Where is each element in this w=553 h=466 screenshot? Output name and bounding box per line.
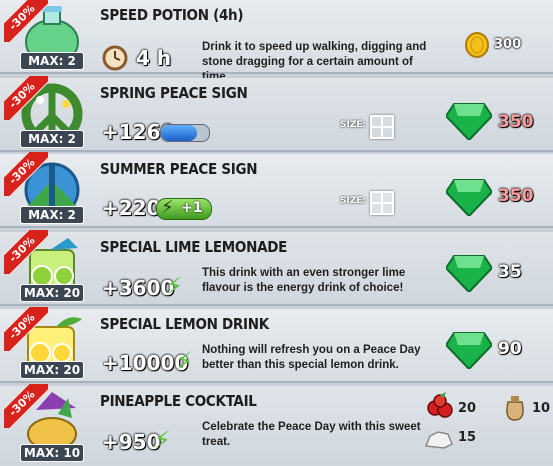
shop-item-special-lemon-drink[interactable]: -30% MAX: 20 SPECIAL LEMON DRINK +10000 … — [0, 307, 553, 383]
max-quantity-label: MAX: 2 — [20, 206, 84, 224]
item-title: SPECIAL LIME LEMONADE — [100, 238, 288, 256]
size-grid-icon — [370, 115, 394, 139]
emerald-icon — [446, 255, 492, 292]
max-quantity-label: MAX: 2 — [20, 130, 84, 148]
item-thumbnail: -30% MAX: 20 — [4, 230, 92, 302]
max-quantity-label: MAX: 2 — [20, 52, 84, 70]
discount-ribbon: -30% — [4, 384, 48, 428]
lightning-icon: ⚡ — [176, 347, 193, 375]
energy-bonus-pill: ⚡ +1 — [156, 197, 212, 220]
max-quantity-label: MAX: 20 — [20, 361, 84, 379]
item-price: 90 — [498, 339, 522, 359]
size-grid-icon — [370, 191, 394, 215]
discount-ribbon: -30% — [4, 76, 48, 120]
item-price: 300 — [494, 37, 522, 52]
item-title: SPRING PEACE SIGN — [100, 84, 248, 102]
discount-ribbon: -30% — [4, 0, 48, 42]
cost-berries: 20 — [458, 401, 477, 416]
shop-item-spring-peace-sign[interactable]: -30% MAX: 2 SPRING PEACE SIGN +1260 SIZE… — [0, 76, 553, 152]
coin-icon — [465, 32, 489, 58]
item-price: 350 — [498, 112, 534, 132]
berries-icon — [427, 392, 453, 418]
shop-item-special-lime-lemonade[interactable]: -30% MAX: 20 SPECIAL LIME LEMONADE +3600… — [0, 230, 553, 306]
item-thumbnail: -30% MAX: 20 — [4, 307, 92, 379]
item-price: 35 — [498, 262, 522, 282]
item-title: SPECIAL LEMON DRINK — [100, 315, 269, 333]
stone-icon — [424, 431, 453, 449]
item-energy: +950 — [102, 430, 161, 454]
emerald-icon — [446, 332, 492, 369]
lightning-icon: ⚡ — [161, 197, 174, 218]
lightning-icon: ⚡ — [166, 272, 183, 300]
bonus-value: +1 — [181, 200, 203, 216]
lightning-icon: ⚡ — [154, 426, 171, 454]
discount-ribbon: -30% — [4, 307, 48, 351]
item-description: Celebrate the Peace Day with this sweet … — [202, 421, 421, 448]
discount-ribbon: -30% — [4, 230, 48, 274]
item-title: SUMMER PEACE SIGN — [100, 160, 258, 178]
max-quantity-label: MAX: 10 — [20, 444, 84, 462]
emerald-icon — [446, 179, 492, 216]
item-title: SPEED POTION (4h) — [100, 6, 244, 24]
item-thumbnail: -30% MAX: 10 — [4, 384, 92, 462]
shop-item-summer-peace-sign[interactable]: -30% MAX: 2 SUMMER PEACE SIGN +220 ⚡ +1 … — [0, 152, 553, 228]
progress-pill — [160, 124, 210, 142]
emerald-icon — [446, 103, 492, 140]
size-label: SIZE: — [340, 120, 367, 130]
cost-stone: 15 — [458, 430, 477, 445]
item-energy: +3600 — [102, 276, 175, 300]
size-label: SIZE: — [340, 196, 367, 206]
clock-icon — [102, 45, 128, 71]
max-quantity-label: MAX: 20 — [20, 284, 84, 302]
item-thumbnail: -30% MAX: 2 — [4, 0, 92, 70]
sack-icon — [506, 396, 524, 421]
cost-sack: 10 — [532, 401, 551, 416]
item-thumbnail: -30% MAX: 2 — [4, 76, 92, 148]
item-title: PINEAPPLE COCKTAIL — [100, 392, 257, 410]
item-description: This drink with an even stronger lime fl… — [202, 267, 406, 294]
item-description: Nothing will refresh you on a Peace Day … — [202, 344, 421, 371]
discount-ribbon: -30% — [4, 152, 48, 196]
shop-item-pineapple-cocktail[interactable]: -30% MAX: 10 PINEAPPLE COCKTAIL +950 ⚡ C… — [0, 384, 553, 466]
shop-list: -30% MAX: 2 SPEED POTION (4h) 4 h Drink … — [0, 0, 553, 466]
item-duration: 4 h — [136, 46, 172, 70]
item-bonus: +220 — [102, 196, 161, 220]
item-thumbnail: -30% MAX: 2 — [4, 152, 92, 224]
item-price: 350 — [498, 186, 534, 206]
shop-item-speed-potion[interactable]: -30% MAX: 2 SPEED POTION (4h) 4 h Drink … — [0, 0, 553, 83]
